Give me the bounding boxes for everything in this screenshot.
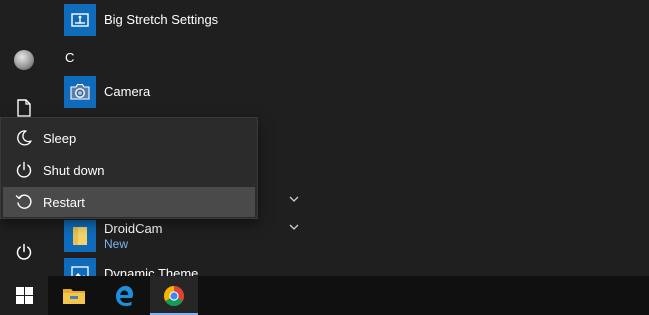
folder-icon [64, 220, 96, 252]
section-letter-header[interactable]: C [65, 50, 74, 65]
app-label: Big Stretch Settings [104, 12, 219, 27]
edge-button[interactable] [100, 276, 148, 315]
avatar [14, 50, 34, 70]
start-button[interactable] [0, 276, 48, 315]
user-account-button[interactable] [0, 36, 48, 84]
restart-option[interactable]: Restart [3, 187, 255, 217]
new-badge: New [104, 237, 129, 251]
start-menu: Big Stretch Settings C Camera DroidCam N… [0, 0, 649, 276]
app-item-camera[interactable]: Camera [64, 76, 150, 108]
app-item-dynamic-theme[interactable]: Dynamic Theme [64, 258, 198, 276]
chevron-down-icon[interactable] [288, 193, 300, 205]
taskbar [0, 276, 649, 315]
app-item-big-stretch-settings[interactable]: Big Stretch Settings [64, 4, 218, 36]
power-icon [16, 243, 32, 260]
documents-icon [17, 99, 31, 117]
power-options-menu: Sleep Shut down Restart [0, 117, 258, 219]
file-explorer-button[interactable] [50, 276, 98, 315]
edge-icon [116, 285, 133, 306]
sleep-option[interactable]: Sleep [3, 123, 255, 153]
shut-down-option[interactable]: Shut down [3, 155, 255, 185]
power-button[interactable] [0, 228, 48, 276]
power-icon [7, 155, 41, 185]
app-item-droidcam[interactable]: DroidCam New [64, 219, 163, 253]
sleep-label: Sleep [43, 130, 77, 146]
big-stretch-icon [64, 4, 96, 36]
restart-icon [7, 187, 41, 217]
dynamic-theme-icon [64, 258, 96, 276]
file-explorer-icon [63, 288, 85, 304]
app-label: DroidCam [104, 221, 163, 236]
chevron-down-icon[interactable] [288, 221, 300, 233]
app-label: Dynamic Theme [104, 266, 199, 276]
app-label: Camera [104, 84, 151, 99]
restart-label: Restart [43, 194, 85, 210]
chrome-icon [164, 285, 184, 306]
shut-down-label: Shut down [43, 162, 105, 178]
windows-start-icon [15, 287, 33, 304]
camera-icon [64, 76, 96, 108]
chrome-button[interactable] [150, 276, 198, 315]
moon-icon [7, 123, 41, 153]
